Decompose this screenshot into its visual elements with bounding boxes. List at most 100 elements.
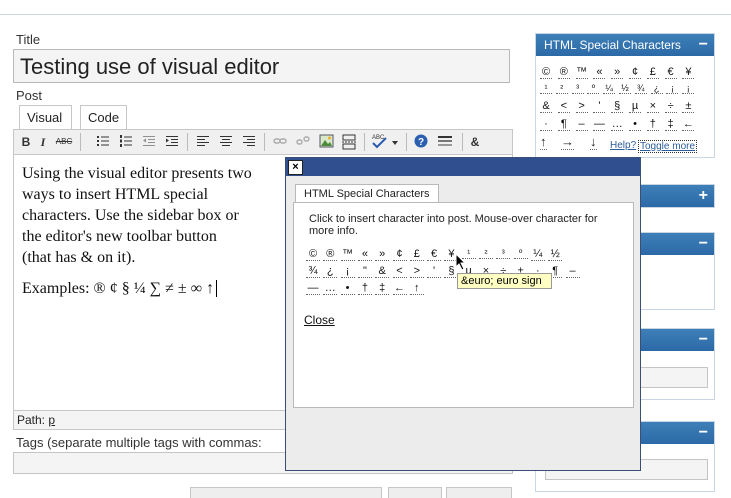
kitchen-sink-icon[interactable]	[436, 134, 454, 150]
sidebar-char[interactable]: ©	[540, 66, 552, 79]
sidebar-char[interactable]: ¥	[682, 66, 695, 79]
sidebar-char[interactable]: ³	[571, 83, 584, 94]
collapse-icon[interactable]: −	[699, 34, 708, 56]
popup-char[interactable]: ¼	[530, 248, 545, 261]
spellcheck-icon[interactable]: ABC	[371, 134, 399, 150]
link-icon[interactable]	[272, 134, 288, 150]
popup-char[interactable]: ¿	[323, 265, 338, 278]
popup-char[interactable]: ¾	[306, 265, 320, 278]
popup-char[interactable]: «	[357, 248, 372, 261]
toggle-more-link[interactable]: Toggle more	[638, 140, 698, 153]
popup-tab[interactable]: HTML Special Characters	[295, 184, 439, 204]
sidebar-char[interactable]: •	[629, 118, 641, 131]
popup-char[interactable]: •	[340, 282, 355, 295]
sidebar-char[interactable]: –	[575, 118, 588, 131]
sidebar-char[interactable]: »	[611, 66, 624, 79]
popup-close-link[interactable]: Close	[304, 313, 335, 327]
align-left-icon[interactable]	[195, 134, 211, 150]
close-icon[interactable]: ×	[288, 160, 303, 175]
popup-char[interactable]: ←	[392, 282, 407, 295]
numbered-list-icon[interactable]	[118, 134, 134, 150]
sidebar-char[interactable]: >	[575, 100, 588, 113]
popup-char[interactable]: —	[306, 282, 320, 295]
sidebar-char[interactable]: ÷	[664, 100, 677, 113]
sidebar-char[interactable]: ¼	[603, 83, 616, 94]
popup-char[interactable]: ™	[340, 248, 355, 261]
sidebar-char[interactable]: ‡	[664, 118, 677, 131]
sidebar-char[interactable]: ™	[575, 66, 588, 79]
outdent-icon[interactable]	[141, 134, 157, 150]
italic-button[interactable]: I	[38, 134, 48, 150]
sidebar-box-header[interactable]: HTML Special Characters −	[536, 34, 714, 56]
sidebar-char[interactable]: ¾	[634, 83, 647, 94]
popup-char[interactable]: &	[375, 265, 390, 278]
sidebar-char[interactable]: ²	[555, 83, 568, 94]
popup-char[interactable]: ½	[548, 248, 563, 261]
sidebar-char[interactable]: †	[646, 118, 659, 131]
align-right-icon[interactable]	[241, 134, 257, 150]
popup-char[interactable]: ‡	[375, 282, 390, 295]
popup-char[interactable]: '	[427, 265, 442, 278]
collapse-icon[interactable]: −	[699, 329, 708, 351]
sidebar-char[interactable]: <	[557, 100, 570, 113]
popup-char[interactable]: >	[409, 265, 424, 278]
sidebar-char[interactable]: ×	[646, 100, 659, 113]
popup-char[interactable]: ³	[496, 248, 511, 259]
sidebar-char[interactable]: '	[593, 100, 606, 113]
image-icon[interactable]	[318, 134, 334, 150]
sidebar-char[interactable]: £	[646, 66, 659, 79]
sidebar-char[interactable]: ½	[619, 83, 631, 94]
collapse-icon[interactable]: −	[699, 422, 708, 444]
help-icon[interactable]: ?	[413, 134, 429, 150]
sidebar-char[interactable]: €	[664, 66, 677, 79]
sidebar-char[interactable]: —	[593, 118, 606, 131]
help-link[interactable]: Help?	[610, 140, 636, 151]
bullet-list-icon[interactable]	[95, 134, 111, 150]
sidebar-char[interactable]: ±	[682, 100, 695, 113]
sidebar-char[interactable]: «	[593, 66, 606, 79]
bottom-button-stub[interactable]	[190, 487, 382, 498]
sidebar-char[interactable]: …	[611, 118, 624, 131]
bottom-button-stub[interactable]	[388, 487, 442, 498]
popup-char[interactable]: †	[357, 282, 372, 295]
popup-char[interactable]: º	[513, 248, 528, 259]
strikethrough-button[interactable]: ABC	[54, 134, 74, 150]
path-value[interactable]: p	[48, 413, 55, 427]
sidebar-char[interactable]: &	[540, 100, 552, 113]
sidebar-char[interactable]: ®	[557, 66, 570, 79]
sidebar-char[interactable]: ¶	[557, 118, 570, 131]
sidebar-char[interactable]: ¢	[629, 66, 641, 79]
popup-char[interactable]: ↑	[409, 282, 424, 295]
popup-char[interactable]: ²	[479, 248, 493, 259]
sidebar-char[interactable]: ↑	[540, 134, 547, 150]
popup-char[interactable]: ¢	[392, 248, 407, 261]
popup-char[interactable]: "	[357, 265, 372, 278]
sidebar-char[interactable]: →	[561, 134, 574, 150]
sidebar-char[interactable]: ¹	[540, 83, 552, 94]
popup-char[interactable]: …	[323, 282, 338, 295]
sidebar-char[interactable]: ↓	[590, 134, 597, 150]
more-break-icon[interactable]	[341, 134, 357, 150]
unlink-icon[interactable]	[295, 134, 311, 150]
popup-char[interactable]: »	[375, 248, 390, 261]
popup-char[interactable]: £	[409, 248, 424, 261]
popup-char[interactable]: –	[565, 265, 580, 278]
sidebar-char[interactable]: ←	[682, 118, 695, 131]
popup-char[interactable]: ©	[306, 248, 320, 261]
indent-icon[interactable]	[164, 134, 180, 150]
sidebar-char[interactable]: º	[587, 83, 600, 94]
sidebar-char[interactable]: ¿	[650, 83, 663, 94]
popup-char[interactable]: <	[392, 265, 407, 278]
bold-button[interactable]: B	[20, 134, 32, 150]
popup-char[interactable]: €	[427, 248, 442, 261]
tab-visual[interactable]: Visual	[19, 105, 72, 129]
align-center-icon[interactable]	[218, 134, 234, 150]
collapse-icon[interactable]: −	[699, 233, 708, 255]
sidebar-char[interactable]: §	[611, 100, 624, 113]
sidebar-char[interactable]: ¡	[682, 83, 695, 94]
sidebar-char[interactable]: ·	[540, 118, 552, 131]
popup-char[interactable]: ®	[323, 248, 338, 261]
special-chars-button[interactable]: &	[468, 134, 482, 150]
bottom-button-stub[interactable]	[446, 487, 512, 498]
sidebar-char[interactable]: ¡	[666, 83, 679, 94]
